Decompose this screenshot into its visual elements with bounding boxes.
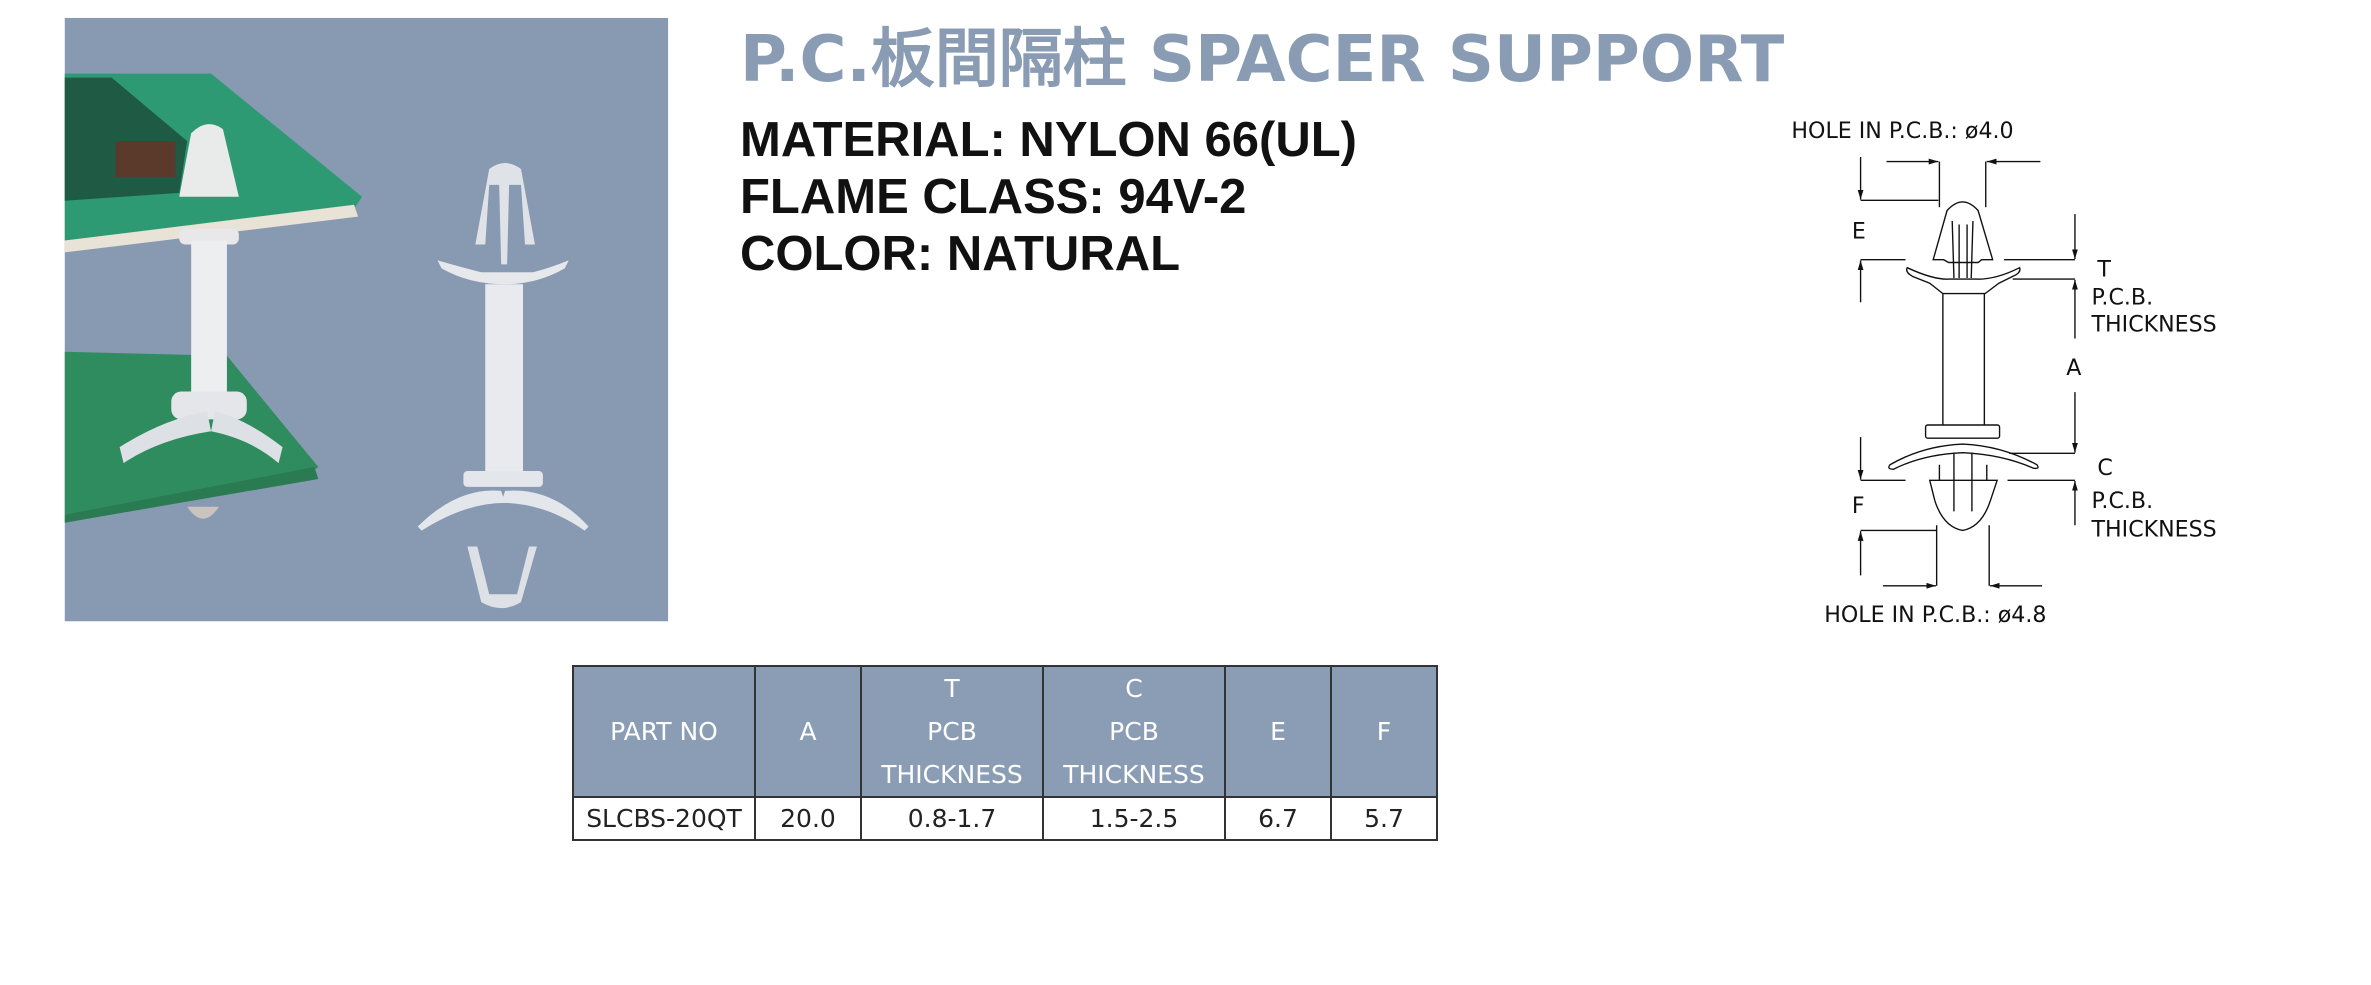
header-t: T PCB THICKNESS <box>860 665 1044 798</box>
pcb-label: P.C.B. <box>2092 285 2154 311</box>
cell-a: 20.0 <box>754 796 862 841</box>
dim-label-c: C <box>2097 455 2112 481</box>
spec-list: MATERIAL: NYLON 66(UL) FLAME CLASS: 94V-… <box>740 112 1357 283</box>
pcb-label: P.C.B. <box>2092 488 2154 514</box>
header-label: E <box>1270 717 1286 746</box>
dim-label-f: F <box>1852 493 1865 519</box>
cell-f: 5.7 <box>1330 796 1438 841</box>
cell-part-no: SLCBS-20QT <box>572 796 756 841</box>
product-photo <box>64 17 669 622</box>
cell-c: 1.5-2.5 <box>1042 796 1226 841</box>
header-label: F <box>1376 717 1392 746</box>
hole-top-label: HOLE IN P.C.B.: ø4.0 <box>1791 118 2013 144</box>
header-part-no: PART NO <box>572 665 756 798</box>
header-c: C PCB THICKNESS <box>1042 665 1226 798</box>
dim-label-e: E <box>1852 218 1866 244</box>
thickness-label: THICKNESS <box>2091 312 2217 338</box>
dimension-diagram: HOLE IN P.C.B.: ø4.0 E T P.C.B. THICKNES… <box>1791 118 2217 628</box>
header-a: A <box>754 665 862 798</box>
spec-table: PART NO A T PCB THICKNESS C PCB THICKNES… <box>572 665 1438 841</box>
header-label: PCB <box>1109 717 1159 746</box>
header-f: F <box>1330 665 1438 798</box>
dim-label-t: T <box>2096 256 2111 282</box>
spec-color: COLOR: NATURAL <box>740 227 1181 281</box>
spec-flame-class: FLAME CLASS: 94V-2 <box>740 170 1247 224</box>
dim-label-a: A <box>2066 355 2081 381</box>
cell-e: 6.7 <box>1224 796 1332 841</box>
table-row: SLCBS-20QT 20.0 0.8-1.7 1.5-2.5 6.7 5.7 <box>572 796 1438 841</box>
header-label: PART NO <box>610 717 718 746</box>
header-e: E <box>1224 665 1332 798</box>
cell-t: 0.8-1.7 <box>860 796 1044 841</box>
header-label: THICKNESS <box>1063 760 1205 789</box>
header-label: C <box>1125 674 1143 703</box>
thickness-label: THICKNESS <box>2091 516 2217 542</box>
header-label: PCB <box>927 717 977 746</box>
header-label: THICKNESS <box>881 760 1023 789</box>
page-title: P.C.板間隔柱 SPACER SUPPORT <box>740 23 1785 97</box>
spec-material: MATERIAL: NYLON 66(UL) <box>740 113 1357 167</box>
hole-bottom-label: HOLE IN P.C.B.: ø4.8 <box>1824 602 2046 628</box>
header-label: A <box>799 717 817 746</box>
header-label: T <box>944 674 960 703</box>
table-header-row: PART NO A T PCB THICKNESS C PCB THICKNES… <box>572 665 1438 798</box>
